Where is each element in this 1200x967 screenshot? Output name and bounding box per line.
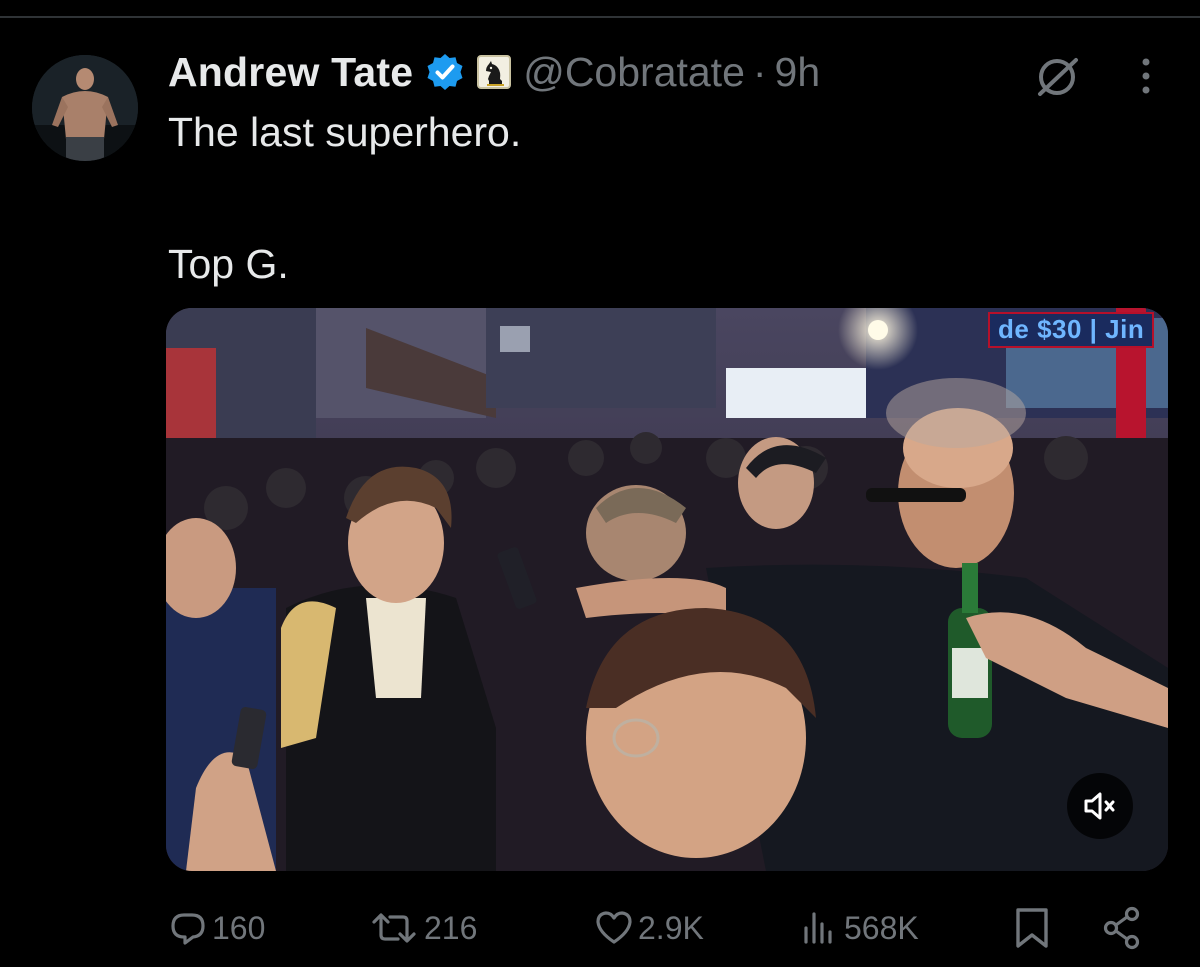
repost-count: 216 (424, 909, 478, 946)
repost-button[interactable]: 216 (368, 898, 477, 958)
bookmark-button[interactable] (1012, 898, 1052, 958)
tweet-text: The last superhero. Top G. (168, 108, 1128, 287)
grok-icon[interactable] (1034, 52, 1082, 100)
share-button[interactable] (1100, 898, 1144, 958)
author-handle[interactable]: @Cobratate (523, 49, 745, 96)
display-name[interactable]: Andrew Tate (168, 49, 413, 96)
views-count: 568K (844, 909, 919, 946)
reply-count: 160 (212, 909, 266, 946)
video-player[interactable]: de $30 | Jin (166, 308, 1168, 871)
repost-icon (372, 913, 416, 943)
tweet-actions: 160 216 2.9K 568K (168, 898, 1168, 958)
avatar[interactable] (32, 55, 138, 161)
like-button[interactable]: 2.9K (594, 898, 704, 958)
tweet[interactable]: Andrew Tate @Cobratate · 9h The last sup… (0, 0, 1200, 967)
tweet-text-line-2: Top G. (168, 241, 289, 287)
chess-knight-icon[interactable] (477, 55, 512, 89)
views-chart-icon (804, 912, 832, 944)
speaker-muted-icon (1084, 792, 1115, 820)
bookmark-icon (1016, 908, 1048, 948)
more-options-icon[interactable] (1134, 56, 1158, 96)
heart-icon (596, 911, 632, 944)
verified-badge-icon[interactable] (425, 52, 465, 92)
share-icon (1103, 906, 1140, 950)
separator-dot: · (752, 48, 767, 95)
tweet-header: Andrew Tate @Cobratate · 9h (168, 46, 820, 98)
timestamp[interactable]: 9h (775, 49, 821, 96)
views-button[interactable]: 568K (800, 898, 919, 958)
storefront-sign: de $30 | Jin (988, 312, 1155, 348)
video-frame (166, 308, 1168, 871)
unmute-button[interactable] (1067, 773, 1133, 839)
reply-button[interactable]: 160 (168, 898, 265, 958)
like-count: 2.9K (638, 909, 704, 946)
reply-icon (171, 913, 205, 945)
tweet-text-line-1: The last superhero. (168, 109, 522, 155)
